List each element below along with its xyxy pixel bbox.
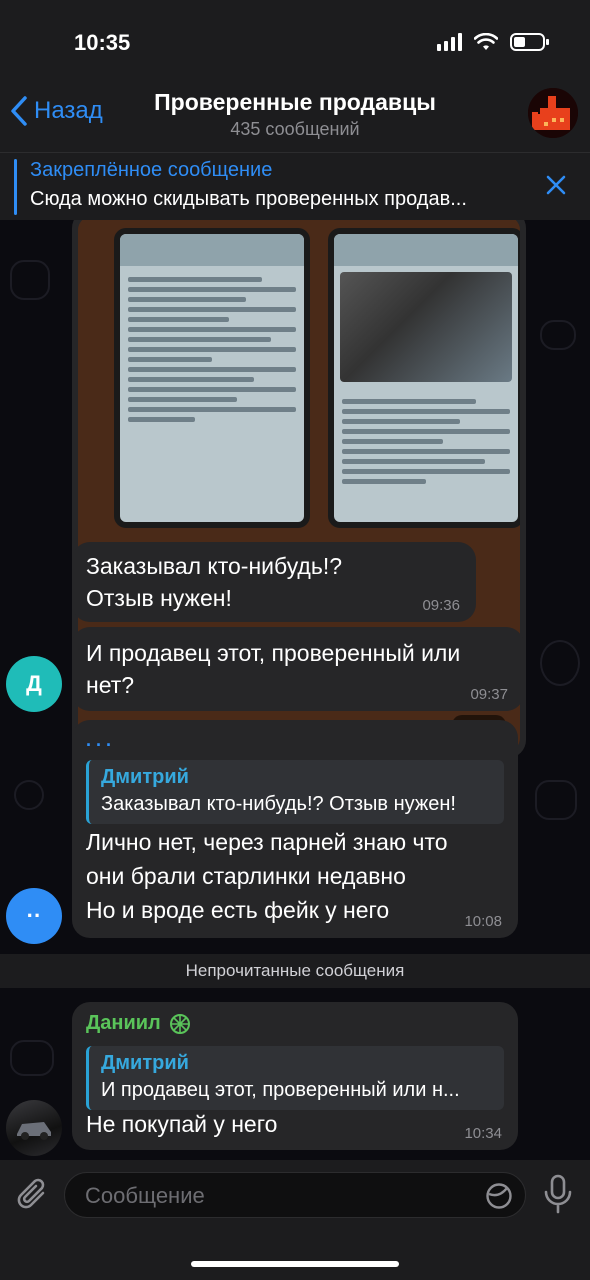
message-line: Лично нет, через парней знаю что [86, 829, 448, 855]
message-text: И продавец этот, проверенный или нет? [86, 640, 461, 698]
message-text: Не покупай у него [86, 1111, 278, 1137]
wallpaper-doodle [540, 640, 580, 686]
reply-text: И продавец этот, проверенный или н... [101, 1079, 460, 1101]
message-time: 09:36 [422, 597, 460, 614]
wallpaper-doodle [10, 1040, 54, 1076]
message-input[interactable]: Сообщение [64, 1172, 526, 1218]
chat-area[interactable]: 09:36 Заказывал кто-нибудь!? Отзыв нужен… [0, 220, 590, 1160]
message-bubble[interactable]: Даниил Дмитрий И продавец этот, проверен… [72, 1002, 518, 1150]
message-time: 10:08 [464, 913, 502, 930]
message-text: Заказывал кто-нибудь!? Отзыв нужен! [86, 553, 343, 611]
status-icons [437, 32, 550, 52]
wallpaper-doodle [10, 260, 50, 300]
message-bubble[interactable]: Заказывал кто-нибудь!? Отзыв нужен! 09:3… [72, 542, 476, 622]
wallpaper-doodle [540, 320, 576, 350]
wallpaper-doodle [14, 780, 44, 810]
battery-icon [510, 32, 550, 52]
car-photo-icon [17, 1122, 51, 1140]
message-time: 09:37 [470, 686, 508, 703]
pinned-indicator [14, 159, 17, 215]
message-line: Но и вроде есть фейк у него [86, 897, 390, 923]
chat-subtitle: 435 сообщений [230, 119, 360, 139]
signal-icon [437, 33, 462, 51]
avatar[interactable]: Д [6, 656, 62, 712]
sender-row[interactable]: Даниил [86, 1012, 191, 1035]
message-bubble[interactable]: И продавец этот, проверенный или нет? 09… [72, 627, 524, 711]
reply-name: Дмитрий [101, 766, 189, 788]
photo-phone-right [328, 228, 520, 528]
status-time: 10:35 [74, 30, 131, 55]
close-icon[interactable] [544, 173, 568, 197]
pinned-message-bar[interactable]: Закреплённое сообщение Сюда можно скидыв… [0, 152, 590, 220]
home-indicator[interactable] [191, 1261, 399, 1267]
group-avatar[interactable] [528, 88, 578, 138]
photo-phone-left [114, 228, 310, 528]
reply-preview[interactable]: Дмитрий И продавец этот, проверенный или… [86, 1046, 504, 1110]
reply-preview[interactable]: Дмитрий Заказывал кто-нибудь!? Отзыв нуж… [86, 760, 504, 824]
wallpaper-doodle [535, 780, 577, 820]
sticker-icon[interactable] [485, 1182, 513, 1210]
reply-name: Дмитрий [101, 1052, 189, 1074]
avatar[interactable]: ·· [6, 888, 62, 944]
microphone-icon[interactable] [542, 1174, 574, 1214]
message-line: они брали старлинки недавно [86, 863, 406, 889]
message-input-placeholder: Сообщение [85, 1183, 205, 1208]
paperclip-icon[interactable] [16, 1176, 50, 1214]
chat-title[interactable]: Проверенные продавцы [0, 89, 590, 116]
top-bar: 10:35 Назад Проверенные продавцы 435 соо… [0, 0, 590, 152]
avatar[interactable] [6, 1100, 62, 1156]
reply-text: Заказывал кто-нибудь!? Отзыв нужен! [101, 793, 456, 815]
message-bubble[interactable]: . . . Дмитрий Заказывал кто-нибудь!? Отз… [72, 720, 518, 938]
unread-divider: Непрочитанные сообщения [0, 954, 590, 988]
message-time: 10:34 [464, 1125, 502, 1142]
sender-name: Даниил [86, 1012, 161, 1034]
sender-name[interactable]: . . . [86, 730, 111, 751]
pinned-title: Закреплённое сообщение [30, 159, 273, 181]
clover-badge-icon [169, 1013, 190, 1034]
wifi-icon [474, 33, 498, 51]
pinned-text: Сюда можно скидывать проверенных продав.… [30, 188, 467, 210]
